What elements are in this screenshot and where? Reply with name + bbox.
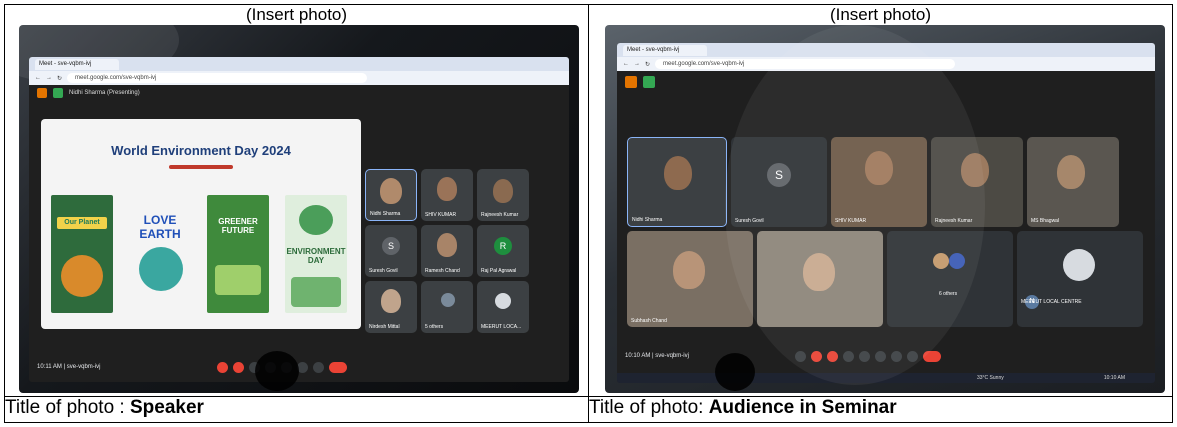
participant-tile[interactable]: Rajneesh Kumar (477, 169, 529, 221)
left-title-cell: Title of photo : Speaker (4, 396, 589, 423)
poster-love-earth: LOVE EARTH (129, 195, 191, 313)
meet-header: Nidhi Sharma (Presenting) (29, 85, 569, 101)
browser-tabbar: Meet - sve-vqbm-ivj (29, 57, 569, 71)
poster-greener-future: GREENER FUTURE (207, 195, 269, 313)
participant-tile[interactable]: Ramesh Chand (421, 225, 473, 277)
mic-off-button[interactable] (217, 362, 228, 373)
app-icon (643, 76, 655, 88)
browser-tab: Meet - sve-vqbm-ivj (35, 58, 119, 70)
taskbar-clock: 10:10 AM (1103, 375, 1125, 381)
participant-tile[interactable]: MEERUT LOCA... (477, 281, 529, 333)
meeting-time-code: 10:10 AM | sve-vqbm-ivj (625, 353, 689, 359)
right-title-prefix: Title of photo: (589, 397, 709, 419)
back-arrow-icon: ← (623, 61, 629, 67)
more-options-button[interactable] (313, 362, 324, 373)
participant-tile[interactable]: Nidhi Sharma (365, 169, 417, 221)
left-photo-cell: (Insert photo) Meet - sve-vqbm-ivj ← → ↻… (4, 4, 589, 397)
participant-tile[interactable]: SHIV KUMAR (421, 169, 473, 221)
photo-report-table: (Insert photo) Meet - sve-vqbm-ivj ← → ↻… (4, 4, 1173, 423)
url-field: meet.google.com/sve-vqbm-ivj (67, 73, 368, 83)
camera-off-button[interactable] (233, 362, 244, 373)
meeting-time-code: 10:11 AM | sve-vqbm-ivj (37, 364, 101, 370)
forward-arrow-icon: → (46, 75, 52, 81)
participant-tile[interactable]: Nidhi Sharma (627, 137, 727, 227)
right-title-cell: Title of photo: Audience in Seminar (588, 396, 1173, 423)
participant-tile[interactable]: S Suresh Govil (365, 225, 417, 277)
app-icon (53, 88, 63, 98)
poster-our-planet: Our Planet (51, 195, 113, 313)
participant-tile[interactable]: R Raj Pal Agrawal (477, 225, 529, 277)
right-insert-label: (Insert photo) (829, 5, 932, 24)
right-title-value: Audience in Seminar (708, 397, 897, 419)
right-photo-cell: (Insert photo) Meet - sve-vqbm-ivj ← → ↻… (588, 4, 1173, 397)
back-arrow-icon: ← (35, 75, 41, 81)
browser-addressbar: ← → ↻ meet.google.com/sve-vqbm-ivj (29, 71, 569, 85)
participant-tile[interactable]: MS Bhagwal (1027, 137, 1119, 227)
browser-tab: Meet - sve-vqbm-ivj (623, 44, 707, 56)
participant-tile[interactable]: N MEERUT LOCAL CENTRE (1017, 231, 1143, 327)
speaker-photo: Meet - sve-vqbm-ivj ← → ↻ meet.google.co… (19, 25, 579, 393)
audience-photo: Meet - sve-vqbm-ivj ← → ↻ meet.google.co… (605, 25, 1165, 393)
webcam-reflection (715, 353, 755, 391)
participant-tile[interactable]: 5 others (421, 281, 473, 333)
presenter-label: Nidhi Sharma (Presenting) (69, 90, 140, 96)
presentation-slide: World Environment Day 2024 Our Planet LO… (41, 119, 361, 329)
app-icon (625, 76, 637, 88)
forward-arrow-icon: → (634, 61, 640, 67)
reload-icon: ↻ (645, 61, 651, 68)
left-title-prefix: Title of photo : (5, 397, 130, 419)
meet-controls-bar: 10:11 AM | sve-vqbm-ivj (29, 352, 569, 382)
participant-tile[interactable]: Nirdesh Mittal (365, 281, 417, 333)
laptop-screen-left: Meet - sve-vqbm-ivj ← → ↻ meet.google.co… (29, 57, 569, 382)
slide-title: World Environment Day 2024 (111, 143, 291, 158)
webcam-reflection (255, 351, 299, 391)
slide-underline (169, 165, 233, 169)
left-insert-label: (Insert photo) (245, 5, 348, 24)
app-icon (37, 88, 47, 98)
taskbar-weather: 33°C Sunny (977, 375, 1004, 381)
end-call-button[interactable] (329, 362, 347, 373)
reload-icon: ↻ (57, 75, 63, 82)
poster-environment-day: ENVIRONMENT DAY (285, 195, 347, 313)
left-title-value: Speaker (129, 397, 204, 419)
